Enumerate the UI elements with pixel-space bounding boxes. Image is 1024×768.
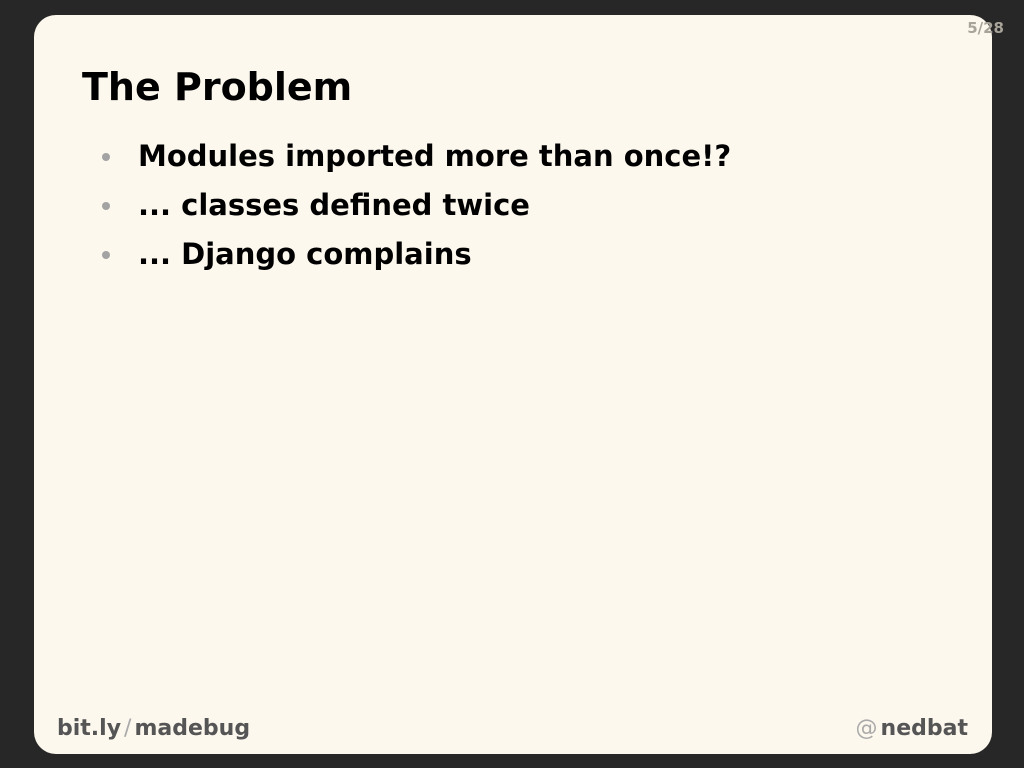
footer-twitter-handle: @ nedbat — [853, 716, 968, 741]
bullet-dot-icon — [102, 153, 110, 161]
slide-title: The Problem — [82, 65, 353, 109]
bullet-item: Modules imported more than once!? — [102, 136, 731, 185]
footer-short-link: bit.ly / madebug — [57, 716, 250, 741]
bullet-text: ... classes defined twice — [138, 188, 530, 222]
twitter-handle: nedbat — [880, 716, 968, 741]
footer-link-domain: bit.ly — [57, 716, 122, 741]
bullet-list: Modules imported more than once!? ... cl… — [102, 136, 731, 283]
footer-link-path: madebug — [134, 716, 251, 741]
bullet-item: ... classes defined twice — [102, 185, 731, 234]
slide-counter: 5/28 — [967, 19, 1004, 37]
footer-link-separator: / — [124, 716, 132, 741]
at-sign: @ — [855, 716, 878, 741]
bullet-dot-icon — [102, 202, 110, 210]
bullet-text: Modules imported more than once!? — [138, 139, 732, 173]
bullet-text: ... Django complains — [138, 237, 472, 271]
bullet-dot-icon — [102, 251, 110, 259]
bullet-item: ... Django complains — [102, 234, 731, 283]
slide: 5/28 The Problem Modules imported more t… — [34, 15, 1004, 754]
